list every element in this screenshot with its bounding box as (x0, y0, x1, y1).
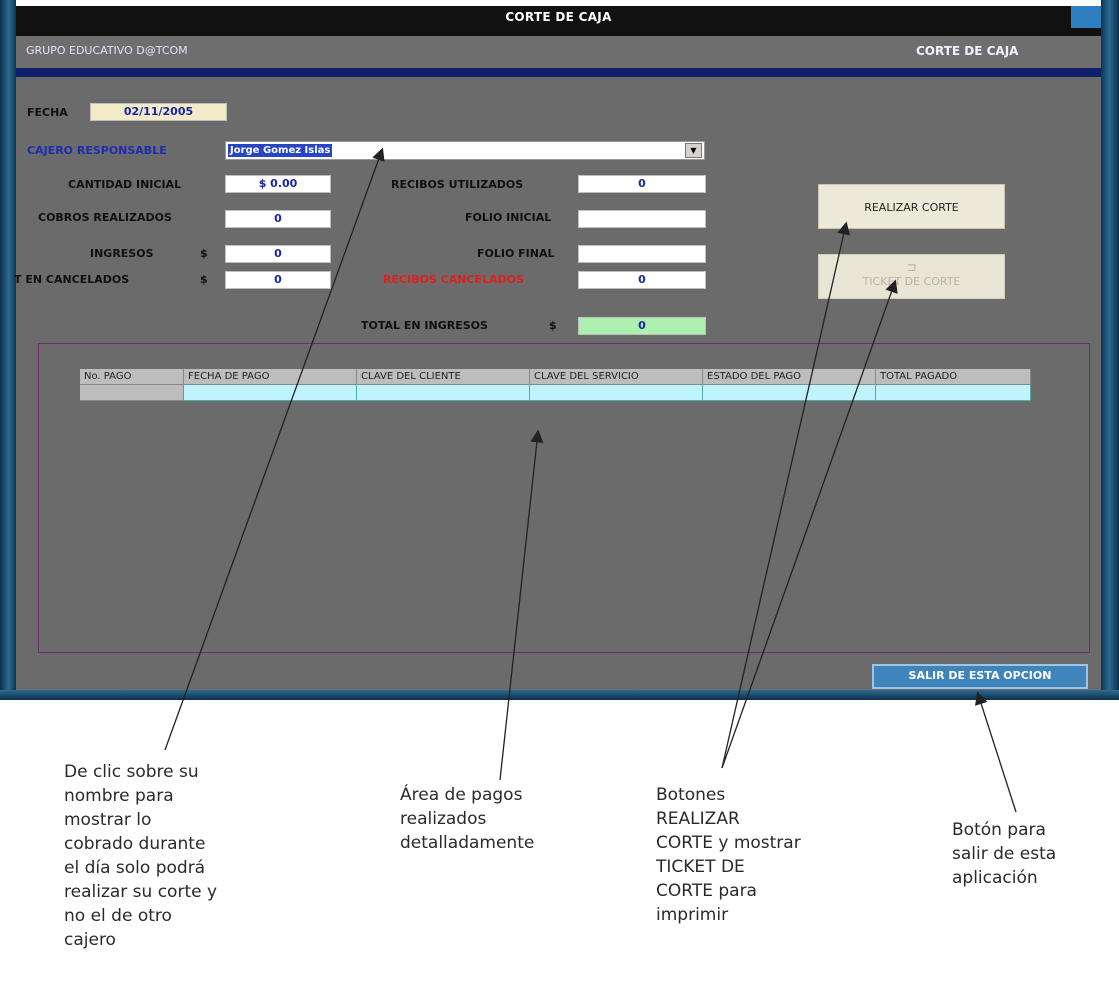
arrow-exit (975, 691, 1017, 813)
app-window: CORTE DE CAJA GRUPO EDUCATIVO D@TCOM COR… (0, 0, 1119, 700)
total-ingresos-field: 0 (578, 317, 706, 335)
column-header[interactable]: TOTAL PAGADO (876, 369, 1031, 385)
annotation-exit: Botón para salir de esta aplicación (952, 820, 1057, 888)
grid-cell[interactable] (80, 385, 184, 401)
title-bar-control[interactable] (1071, 6, 1101, 28)
column-header[interactable]: ESTADO DEL PAGO (703, 369, 876, 385)
recibos-utilizados-label: RECIBOS UTILIZADOS (391, 178, 524, 191)
ticket-corte-label: TICKET DE CORTE (862, 275, 961, 288)
cajero-selected[interactable]: Jorge Gomez Islas (228, 144, 333, 157)
fecha-label: FECHA (27, 106, 68, 119)
grid-cell[interactable] (184, 385, 357, 401)
ingresos-currency: $ (200, 247, 208, 260)
window-frame-left (0, 0, 16, 700)
cobros-realizados-label: COBROS REALIZADOS (38, 211, 172, 224)
grid-cell[interactable] (530, 385, 703, 401)
grid-cell[interactable] (703, 385, 876, 401)
folio-inicial-label: FOLIO INICIAL (465, 211, 552, 224)
window-frame-bottom (0, 690, 1119, 700)
ingresos-label: INGRESOS (90, 247, 154, 260)
ticket-corte-button[interactable]: ⊐ TICKET DE CORTE (818, 254, 1005, 299)
total-ingresos-label: TOTAL EN INGRESOS (361, 319, 488, 332)
folio-final-label: FOLIO FINAL (477, 247, 555, 260)
total-ingresos-currency: $ (549, 319, 557, 332)
header-divider (16, 68, 1101, 77)
cobros-realizados-field: 0 (225, 210, 331, 228)
folio-inicial-field[interactable] (578, 210, 706, 228)
ingresos-field: 0 (225, 245, 331, 263)
printer-icon: ⊐ (906, 260, 917, 274)
annotation-buttons: Botones REALIZAR CORTE y mostrar TICKET … (656, 785, 801, 925)
folio-final-field[interactable] (578, 245, 706, 263)
recibos-utilizados-field: 0 (578, 175, 706, 193)
t-cancelados-label: T EN CANCELADOS (14, 273, 130, 286)
t-cancelados-currency: $ (200, 273, 208, 286)
column-header[interactable]: CLAVE DEL SERVICIO (530, 369, 703, 385)
annotation-grid: Área de pagos realizados detalladamente (400, 785, 535, 853)
salir-button[interactable]: SALIR DE ESTA OPCION (872, 664, 1088, 689)
window-frame-right (1101, 0, 1119, 700)
recibos-cancelados-label: RECIBOS CANCELADOS (383, 273, 524, 286)
cajero-combobox[interactable]: Jorge Gomez Islas ▼ (225, 141, 705, 160)
cajero-label: CAJERO RESPONSABLE (27, 144, 167, 157)
chevron-down-icon[interactable]: ▼ (685, 143, 702, 158)
t-cancelados-field: 0 (225, 271, 331, 289)
organization-name: GRUPO EDUCATIVO D@TCOM (26, 44, 188, 57)
module-title: CORTE DE CAJA (916, 44, 1019, 58)
column-header[interactable]: FECHA DE PAGO (184, 369, 357, 385)
annotation-cajero: De clic sobre su nombre para mostrar lo … (64, 762, 218, 950)
column-header[interactable]: No. PAGO (80, 369, 184, 385)
column-header[interactable]: CLAVE DEL CLIENTE (357, 369, 530, 385)
grid-cell[interactable] (357, 385, 530, 401)
title-bar[interactable]: CORTE DE CAJA (16, 6, 1101, 38)
recibos-cancelados-field: 0 (578, 271, 706, 289)
grid-cell[interactable] (876, 385, 1031, 401)
realizar-corte-button[interactable]: REALIZAR CORTE (818, 184, 1005, 229)
cantidad-inicial-label: CANTIDAD INICIAL (68, 178, 182, 191)
fecha-field: 02/11/2005 (90, 103, 227, 121)
cantidad-inicial-field: $ 0.00 (225, 175, 331, 193)
window-title: CORTE DE CAJA (505, 10, 612, 24)
